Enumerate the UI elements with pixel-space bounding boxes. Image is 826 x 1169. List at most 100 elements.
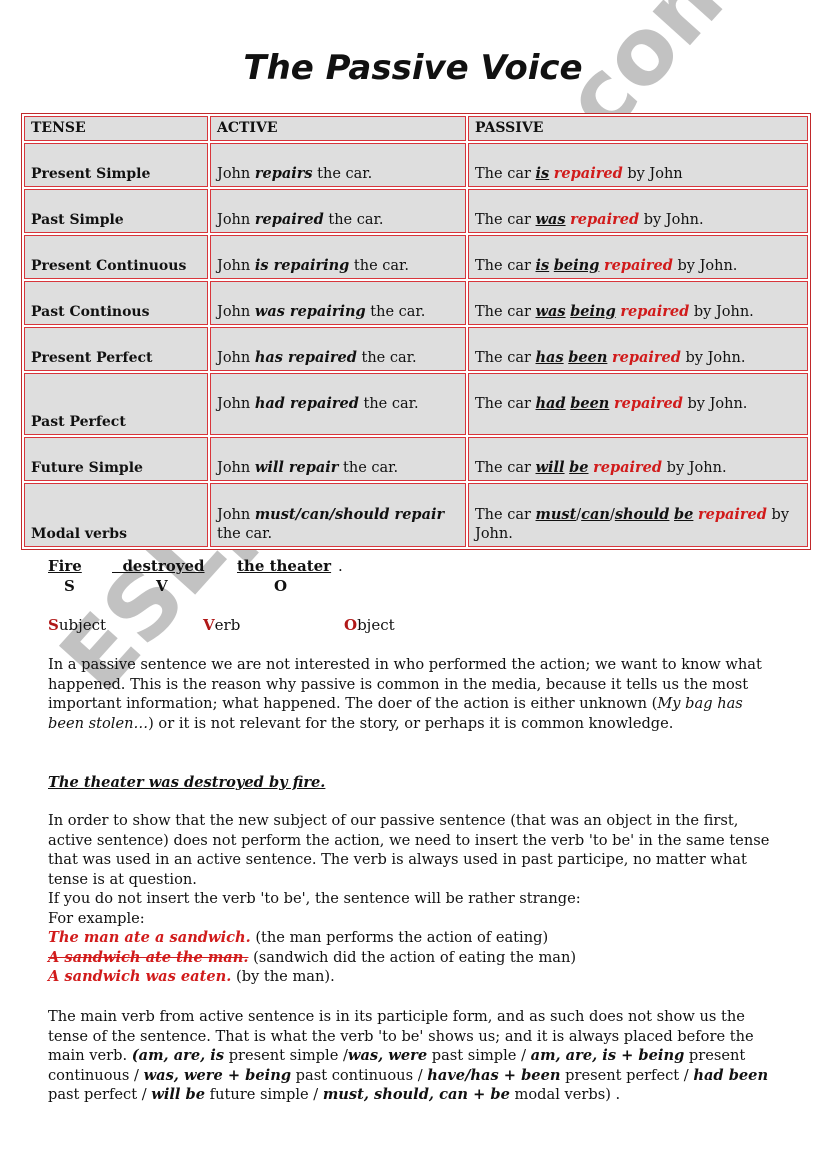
text-run: John	[217, 304, 255, 320]
table-row: Modal verbs John must/can/should repair t…	[24, 483, 808, 547]
emphasis-text: repaired	[570, 211, 640, 228]
tense-name: Present Perfect	[24, 327, 208, 371]
active-example: John repaired the car.	[210, 189, 466, 233]
text-run: by John.	[682, 396, 748, 412]
emphasis-text: must, should, can + be	[322, 1086, 510, 1103]
text-run: John	[217, 350, 255, 366]
tense-name: Present Simple	[24, 143, 208, 187]
emphasis-text: was	[535, 303, 566, 320]
active-example: John will repair the car.	[210, 437, 466, 481]
for-example-label: For example:	[48, 909, 145, 927]
paragraph-explanation: In order to show that the new subject of…	[48, 811, 778, 987]
tense-name: Past Perfect	[24, 373, 208, 435]
example-note: (sandwich did the action of eating the m…	[248, 948, 577, 966]
text-run: John	[217, 507, 255, 523]
text-run: John	[217, 212, 255, 228]
text-run: The car	[475, 166, 536, 182]
emphasis-text: have/has + been	[427, 1066, 561, 1084]
text-run: John	[217, 258, 255, 274]
passive-example: The car has been repaired by John.	[468, 327, 808, 371]
example-sentence: A sandwich was eaten.	[48, 968, 232, 985]
text-run: In a passive sentence we are not interes…	[48, 656, 762, 712]
active-example: John repairs the car.	[210, 143, 466, 187]
text-run: the car.	[349, 258, 409, 274]
emphasis-text: can	[581, 506, 610, 523]
text-run: John	[217, 166, 255, 182]
explanation-note: If you do not insert the verb 'to be', t…	[48, 890, 581, 907]
svo-letter-o: O	[274, 577, 288, 595]
text-run: modal verbs) .	[509, 1086, 621, 1103]
emphasis-text: be	[674, 506, 694, 523]
emphasis-text: repaired	[603, 257, 673, 274]
legend-subject: Subject	[48, 616, 107, 634]
text-run: The car	[475, 507, 536, 523]
table-row: Present Continuous John is repairing the …	[24, 235, 808, 279]
text-run: The car	[475, 304, 536, 320]
text-run: by John.	[639, 212, 704, 228]
emphasis-text: must/can/should repair	[254, 506, 445, 523]
tense-table: TENSE ACTIVE PASSIVE Present Simple John …	[21, 113, 811, 550]
text-run: the car.	[312, 166, 373, 182]
text-run: by John.	[672, 258, 738, 274]
example-list: The man ate a sandwich. (the man perform…	[48, 928, 778, 987]
text-run: by John.	[680, 350, 746, 366]
table-row: Past Continous John was repairing the car…	[24, 281, 808, 325]
emphasis-text: repaired	[613, 395, 683, 412]
emphasis-text: repairs	[254, 165, 313, 182]
text-run: The car	[475, 350, 536, 366]
emphasis-text: been	[570, 395, 610, 412]
emphasis-text: repaired	[611, 349, 681, 366]
text-run: the car.	[217, 526, 273, 542]
emphasis-text: should	[614, 506, 670, 523]
emphasis-text: am, are, is + being	[530, 1047, 685, 1064]
text-run: present perfect /	[560, 1066, 694, 1084]
text-run: present simple /	[224, 1047, 348, 1064]
emphasis-text: had	[535, 395, 566, 412]
example-sentence: A sandwich ate the man.	[48, 948, 249, 966]
svo-verb-word: destroyed	[112, 557, 205, 575]
active-example: John is repairing the car.	[210, 235, 466, 279]
emphasis-text: had repaired	[254, 395, 359, 412]
example-note: (by the man).	[231, 968, 335, 985]
text-run: The car	[475, 460, 536, 476]
svo-object-word: the theater	[237, 557, 332, 575]
header-tense: TENSE	[24, 116, 208, 141]
emphasis-text: has repaired	[254, 349, 357, 366]
text-run: The car	[475, 396, 536, 412]
legend-verb: Verb	[203, 616, 241, 634]
emphasis-text: being	[553, 257, 600, 274]
passive-example: The car will be repaired by John.	[468, 437, 808, 481]
svo-subject-word: Fire	[48, 557, 82, 575]
emphasis-text: had been	[693, 1066, 769, 1084]
text-run: by John	[622, 166, 683, 182]
active-example: John has repaired the car.	[210, 327, 466, 371]
table-row: Present Perfect John has repaired the car…	[24, 327, 808, 371]
paragraph-summary: The main verb from active sentence is in…	[48, 1007, 778, 1105]
passive-example: The car was repaired by John.	[468, 189, 808, 233]
tense-name: Past Continous	[24, 281, 208, 325]
example-heading: The theater was destroyed by fire.	[48, 774, 326, 791]
example-item: A sandwich ate the man. (sandwich did th…	[48, 948, 778, 968]
emphasis-text: repaired	[698, 506, 767, 523]
table-row: Future Simple John will repair the car. Th…	[24, 437, 808, 481]
svo-letter-s: S	[64, 577, 75, 595]
example-item: The man ate a sandwich. (the man perform…	[48, 928, 778, 948]
emphasis-text: is	[535, 257, 550, 274]
passive-example: The car had been repaired by John.	[468, 373, 808, 435]
emphasis-text: was, were	[347, 1047, 428, 1064]
emphasis-text: was	[535, 211, 566, 228]
svo-letter-v: V	[156, 577, 168, 595]
page-title: The Passive Voice	[243, 48, 583, 88]
text-run: by John.	[689, 304, 754, 320]
table-header-row: TENSE ACTIVE PASSIVE	[24, 116, 808, 141]
text-run: past perfect /	[48, 1086, 152, 1103]
tense-name: Present Continuous	[24, 235, 208, 279]
tense-name: Modal verbs	[24, 483, 208, 547]
emphasis-text: will be	[151, 1086, 206, 1103]
emphasis-text: was, were + being	[143, 1066, 292, 1084]
emphasis-text: repaired	[620, 303, 690, 320]
text-run: future simple /	[205, 1086, 323, 1103]
table-row: Past Simple John repaired the car. The car…	[24, 189, 808, 233]
emphasis-text: was repairing	[254, 303, 366, 320]
legend-object: Object	[344, 616, 395, 634]
